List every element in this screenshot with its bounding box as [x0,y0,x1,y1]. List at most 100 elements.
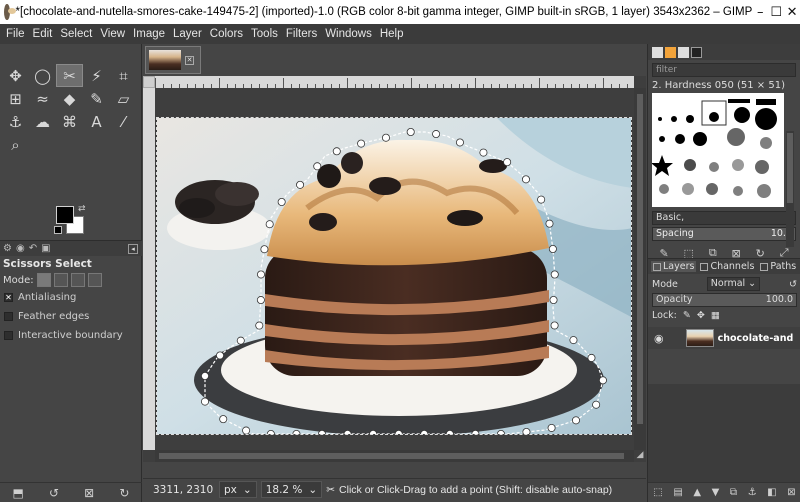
smudge-tool-icon[interactable]: ☁ [29,110,56,133]
new-layer-icon[interactable]: ⬚ [653,487,662,498]
selection-control-point[interactable] [569,336,578,345]
selection-control-point[interactable] [548,244,557,253]
save-options-icon[interactable]: ⬒ [13,486,24,500]
selection-control-point[interactable] [547,423,556,432]
selection-control-point[interactable] [420,430,429,435]
menu-filters[interactable]: Filters [282,28,321,40]
feather-edges-row[interactable]: Feather edges [0,307,142,326]
selection-control-point[interactable] [455,138,464,147]
mode-intersect-button[interactable] [87,273,102,287]
selection-control-point[interactable] [201,371,210,380]
selection-control-point[interactable] [266,430,275,435]
reset-options-icon[interactable]: ↻ [119,486,129,500]
brush-scroll-thumb[interactable] [787,133,793,203]
lock-alpha-icon[interactable]: ▦ [711,310,720,321]
unit-selector[interactable]: px ⌄ [219,481,257,498]
feather-edges-checkbox[interactable] [4,312,13,321]
menu-help[interactable]: Help [376,28,408,40]
mode-subtract-button[interactable] [70,273,85,287]
selection-control-point[interactable] [522,427,531,435]
horizontal-scroll-thumb[interactable] [159,453,624,459]
mask-layer-icon[interactable]: ◧ [767,487,776,498]
selection-control-point[interactable] [255,321,264,330]
selection-control-point[interactable] [313,162,322,171]
color-picker-icon[interactable]: ⁄ [110,110,137,133]
menu-view[interactable]: View [96,28,129,40]
menu-tools[interactable]: Tools [247,28,282,40]
selection-control-point[interactable] [598,376,607,385]
horizontal-scrollbar[interactable] [155,450,634,462]
selection-control-point[interactable] [394,430,403,435]
default-colors-icon[interactable] [54,226,62,234]
fuzzy-select-icon[interactable]: ⚡ [83,64,110,87]
tab-layers[interactable]: Layers [651,261,697,272]
menu-image[interactable]: Image [129,28,169,40]
selection-control-point[interactable] [592,400,601,409]
close-button[interactable]: ✕ [784,0,800,24]
clone-tool-icon[interactable]: ⚓ [2,110,29,133]
eraser-icon[interactable]: ▱ [110,87,137,110]
brush-tag-selector[interactable]: Basic, ⌄ [652,211,796,225]
menu-edit[interactable]: Edit [29,28,57,40]
selection-control-point[interactable] [496,430,505,435]
vertical-scrollbar[interactable] [634,88,646,450]
ellipse-select-icon[interactable]: ◯ [29,64,56,87]
selection-control-point[interactable] [550,321,559,330]
layer-row[interactable]: ◉ chocolate-and [648,327,800,349]
raise-layer-icon[interactable]: ▲ [693,487,701,498]
selection-control-point[interactable] [260,245,269,254]
selection-control-point[interactable] [296,180,305,189]
image-canvas[interactable] [156,117,632,435]
close-image-tab-icon[interactable]: ✕ [185,55,194,65]
undo-history-tab-icon[interactable]: ↶ [29,243,37,254]
menu-windows[interactable]: Windows [321,28,376,40]
selection-control-point[interactable] [571,416,580,425]
bucket-fill-icon[interactable]: ◆ [56,87,83,110]
mode-reset-icon[interactable]: ↺ [789,279,797,290]
brushes-tab-icon[interactable] [652,46,663,58]
menu-layer[interactable]: Layer [169,28,206,40]
images-tab-icon[interactable]: ▣ [41,243,50,254]
scissors-select-icon[interactable]: ✂ [56,64,83,87]
selection-control-point[interactable] [521,175,530,184]
vertical-ruler[interactable] [143,88,155,450]
tab-paths[interactable]: Paths [758,261,798,272]
document-history-tab-icon[interactable] [691,46,702,58]
lock-pixels-icon[interactable]: ✎ [683,310,691,321]
selection-control-point[interactable] [545,219,554,228]
menu-select[interactable]: Select [56,28,96,40]
selection-control-point[interactable] [479,148,488,157]
mode-replace-button[interactable] [36,273,51,287]
lower-layer-icon[interactable]: ▼ [712,487,720,498]
minimize-button[interactable]: – [752,0,768,24]
selection-control-point[interactable] [219,415,228,424]
new-layer-group-icon[interactable]: ▤ [673,487,682,498]
selection-control-point[interactable] [432,130,441,139]
image-tab[interactable]: ✕ [145,46,201,74]
spacing-slider[interactable]: Spacing 10.0 [652,227,796,241]
selection-control-point[interactable] [381,133,390,142]
zoom-selector[interactable]: 18.2 % ⌄ [260,481,323,498]
mode-add-button[interactable] [53,273,68,287]
selection-control-point[interactable] [242,426,251,434]
menu-colors[interactable]: Colors [206,28,247,40]
vertical-scroll-thumb[interactable] [637,94,643,424]
horizontal-ruler[interactable] [155,76,634,88]
selection-control-point[interactable] [292,430,301,435]
selection-control-point[interactable] [369,430,378,435]
selection-control-point[interactable] [332,147,341,156]
layer-mode-select[interactable]: Normal ⌄ [706,277,761,291]
interactive-boundary-checkbox[interactable] [4,331,13,340]
selection-control-point[interactable] [256,296,265,305]
move-tool-icon[interactable]: ✥ [2,64,29,87]
selection-control-point[interactable] [357,139,366,148]
ruler-corner[interactable] [143,76,155,88]
text-tool-icon[interactable]: A [83,110,110,133]
tab-menu-icon[interactable]: ◂ [128,243,138,254]
canvas-area[interactable]: ◢ [143,76,646,462]
antialiasing-row[interactable]: ✕ Antialiasing [0,288,142,307]
zoom-tool-icon[interactable]: ⌕ [2,133,29,156]
unified-transform-icon[interactable]: ⊞ [2,87,29,110]
selection-control-point[interactable] [201,397,210,406]
paintbrush-icon[interactable]: ✎ [83,87,110,110]
